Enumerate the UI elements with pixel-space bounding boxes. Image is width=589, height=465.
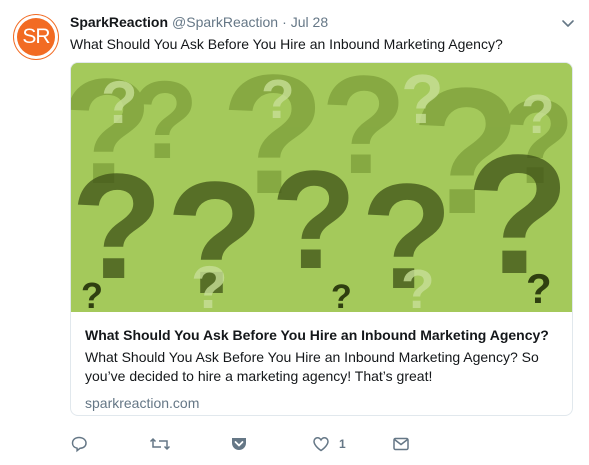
pocket-button[interactable]: [230, 433, 248, 455]
tweet-header: SparkReaction @SparkReaction · Jul 28: [70, 13, 328, 31]
reply-icon: [71, 436, 87, 453]
svg-text:?: ?: [331, 278, 352, 312]
svg-text:?: ?: [81, 275, 103, 312]
card-image[interactable]: ? ? ? ? ? ? ? ? ? ? ? ? ? ? ? ? ? ? ?: [71, 63, 572, 312]
author-handle[interactable]: @SparkReaction: [172, 14, 278, 30]
link-card[interactable]: ? ? ? ? ? ? ? ? ? ? ? ? ? ? ? ? ? ? ? Wh…: [70, 62, 573, 416]
question-marks-pattern-icon: ? ? ? ? ? ? ? ? ? ? ? ? ? ? ? ? ? ? ?: [71, 63, 572, 312]
heart-icon: [313, 437, 329, 452]
card-body: What Should You Ask Before You Hire an I…: [85, 319, 560, 412]
tweet-actions: 1: [70, 433, 490, 457]
card-description: What Should You Ask Before You Hire an I…: [85, 349, 539, 384]
retweet-icon: [149, 437, 171, 451]
direct-message-button[interactable]: [392, 433, 410, 455]
avatar[interactable]: SR: [14, 15, 58, 59]
separator-dot: ·: [282, 14, 287, 30]
envelope-icon: [393, 437, 409, 451]
chevron-down-icon[interactable]: [561, 16, 575, 27]
svg-text:?: ?: [191, 254, 228, 312]
reply-button[interactable]: [70, 433, 88, 455]
card-domain[interactable]: sparkreaction.com: [85, 394, 560, 412]
svg-text:?: ?: [466, 120, 570, 310]
svg-text:?: ?: [401, 63, 444, 138]
svg-text:?: ?: [401, 258, 435, 312]
author-name[interactable]: SparkReaction: [70, 14, 168, 30]
retweet-button[interactable]: [149, 433, 171, 455]
avatar-initials: SR: [22, 25, 50, 48]
like-count: 1: [339, 437, 346, 451]
card-title[interactable]: What Should You Ask Before You Hire an I…: [85, 326, 560, 344]
svg-text:?: ?: [271, 141, 357, 298]
svg-text:?: ?: [526, 265, 552, 312]
tweet-text: What Should You Ask Before You Hire an I…: [70, 36, 503, 52]
tweet[interactable]: SR SparkReaction @SparkReaction · Jul 28 Wh…: [0, 0, 589, 465]
svg-text:?: ?: [261, 68, 295, 130]
pocket-icon: [232, 438, 246, 450]
like-button[interactable]: 1: [312, 433, 346, 455]
svg-text:?: ?: [521, 83, 555, 145]
svg-text:?: ?: [101, 69, 138, 136]
tweet-date[interactable]: Jul 28: [291, 14, 328, 30]
